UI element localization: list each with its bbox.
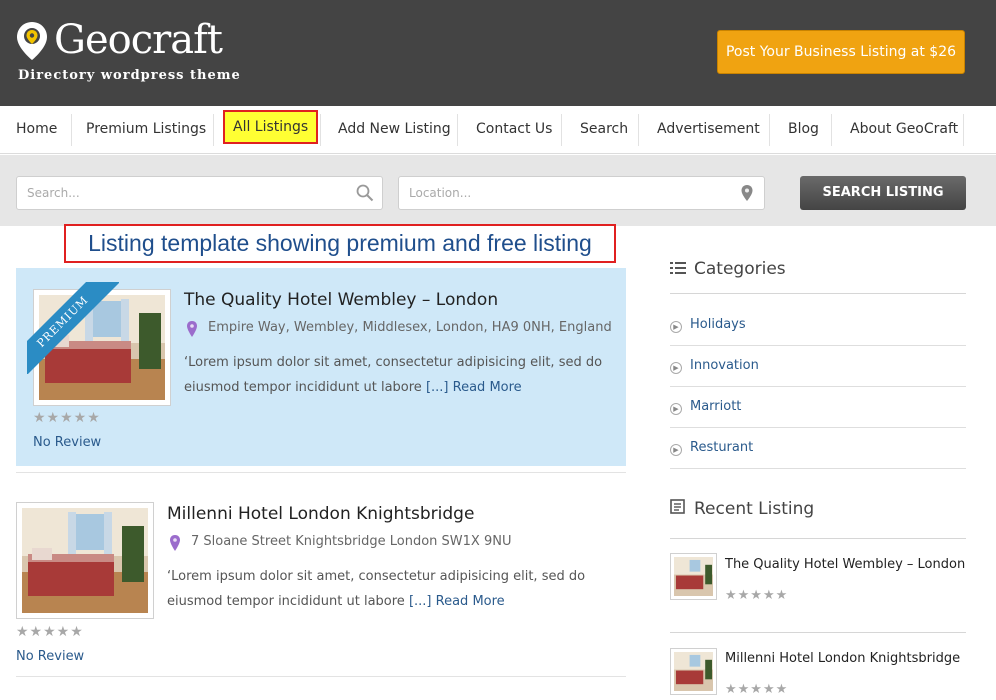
nav-divider [213, 114, 214, 146]
site-logo-text[interactable]: Geocraft [54, 14, 223, 66]
sidebar-divider [670, 538, 966, 539]
category-item-holidays[interactable]: ▶ Holidays [670, 305, 966, 346]
document-icon [670, 499, 688, 518]
magnifier-icon [356, 184, 374, 202]
nav-divider [320, 114, 321, 146]
sidebar-divider [670, 632, 966, 633]
arrow-right-icon: ▶ [670, 321, 682, 333]
listing-description-line: eiusmod tempor incididunt ut labore [...… [184, 375, 624, 400]
annotation-caption: Listing template showing premium and fre… [64, 224, 616, 263]
hotel-room-image [674, 652, 713, 691]
category-label: Innovation [690, 358, 759, 373]
post-listing-button[interactable]: Post Your Business Listing at $26 [717, 30, 965, 74]
category-label: Resturant [690, 440, 754, 455]
recent-listing-heading: Recent Listing [670, 499, 814, 519]
listing-description-text: eiusmod tempor incididunt ut labore [167, 594, 405, 609]
listing-description: ‘Lorem ipsum dolor sit amet, consectetur… [167, 564, 607, 614]
search-listing-button[interactable]: SEARCH LISTING [800, 176, 966, 210]
listing-description-text: eiusmod tempor incididunt ut labore [184, 380, 422, 395]
arrow-right-icon: ▶ [670, 403, 682, 415]
listing-divider [16, 676, 626, 677]
recent-listing-heading-label: Recent Listing [694, 499, 815, 519]
premium-badge: PREMIUM [27, 282, 119, 374]
listing-card-free: Millenni Hotel London Knightsbridge 7 Sl… [16, 488, 626, 678]
listing-address: Empire Way, Wembley, Middlesex, London, … [208, 320, 612, 335]
location-pin-icon [187, 321, 197, 337]
listing-description: ‘Lorem ipsum dolor sit amet, consectetur… [184, 350, 624, 400]
categories-heading: Categories [670, 259, 786, 279]
category-item-resturant[interactable]: ▶ Resturant [670, 428, 966, 469]
listing-card-premium: PREMIUM The Quality Hotel Wembley – Lond… [16, 268, 626, 466]
search-bar: Search... Location... SEARCH LISTING [0, 155, 996, 226]
nav-item-add-new-listing[interactable]: Add New Listing [338, 112, 451, 146]
arrow-right-icon: ▶ [670, 362, 682, 374]
keyword-search-input[interactable]: Search... [16, 176, 383, 210]
arrow-right-icon: ▶ [670, 444, 682, 456]
nav-divider [963, 114, 964, 146]
recent-listing-title[interactable]: The Quality Hotel Wembley – London [725, 557, 965, 572]
location-search-input[interactable]: Location... [398, 176, 765, 210]
nav-item-about-geocraft[interactable]: About GeoCraft [850, 112, 958, 146]
nav-item-all-listings[interactable]: All Listings [223, 110, 319, 144]
nav-divider [561, 114, 562, 146]
nav-item-blog[interactable]: Blog [788, 112, 819, 146]
listing-title[interactable]: The Quality Hotel Wembley – London [184, 290, 498, 310]
main-nav: Home Premium Listings All Listings Add N… [0, 106, 996, 154]
ellipsis-link[interactable]: [...] [409, 594, 432, 609]
nav-item-advertisement[interactable]: Advertisement [657, 112, 760, 146]
category-label: Marriott [690, 399, 742, 414]
rating-stars: ★★★★★ [725, 682, 789, 697]
nav-item-premium-listings[interactable]: Premium Listings [86, 112, 206, 146]
location-pin-icon [741, 185, 753, 201]
listing-description-line: ‘Lorem ipsum dolor sit amet, consectetur… [167, 569, 586, 584]
category-item-marriott[interactable]: ▶ Marriott [670, 387, 966, 428]
category-label: Holidays [690, 317, 746, 332]
review-link[interactable]: No Review [33, 435, 101, 450]
location-pin-icon [170, 535, 180, 551]
keyword-search-placeholder: Search... [27, 186, 80, 200]
read-more-link[interactable]: Read More [436, 594, 505, 609]
recent-listing-thumbnail[interactable] [670, 553, 717, 600]
listing-title[interactable]: Millenni Hotel London Knightsbridge [167, 504, 474, 524]
nav-divider [769, 114, 770, 146]
categories-heading-label: Categories [694, 259, 786, 279]
nav-divider [831, 114, 832, 146]
rating-stars: ★★★★★ [33, 410, 101, 426]
nav-divider [457, 114, 458, 146]
nav-item-contact-us[interactable]: Contact Us [476, 112, 552, 146]
listing-description-line: ‘Lorem ipsum dolor sit amet, consectetur… [184, 355, 603, 370]
listing-description-line: eiusmod tempor incididunt ut labore [...… [167, 589, 607, 614]
list-icon [670, 262, 688, 278]
site-header: Geocraft Directory wordpress theme Post … [0, 0, 996, 106]
map-pin-logo-icon [17, 22, 47, 60]
location-search-placeholder: Location... [409, 186, 472, 200]
rating-stars: ★★★★★ [16, 624, 84, 640]
site-tagline: Directory wordpress theme [18, 68, 241, 83]
nav-divider [71, 114, 72, 146]
recent-listing-thumbnail[interactable] [670, 648, 717, 695]
premium-ribbon: PREMIUM [27, 282, 119, 374]
rating-stars: ★★★★★ [725, 588, 789, 603]
nav-item-search[interactable]: Search [580, 112, 628, 146]
category-item-innovation[interactable]: ▶ Innovation [670, 346, 966, 387]
review-link[interactable]: No Review [16, 649, 84, 664]
sidebar-divider [670, 293, 966, 294]
recent-listing-title[interactable]: Millenni Hotel London Knightsbridge [725, 651, 960, 666]
hotel-room-image [674, 557, 713, 596]
hotel-room-image [22, 508, 148, 613]
listing-thumbnail[interactable] [16, 502, 154, 619]
read-more-link[interactable]: Read More [453, 380, 522, 395]
listing-divider [16, 472, 626, 473]
ellipsis-link[interactable]: [...] [426, 380, 449, 395]
listing-address: 7 Sloane Street Knightsbridge London SW1… [191, 534, 512, 549]
nav-item-home[interactable]: Home [16, 112, 57, 146]
nav-divider [638, 114, 639, 146]
